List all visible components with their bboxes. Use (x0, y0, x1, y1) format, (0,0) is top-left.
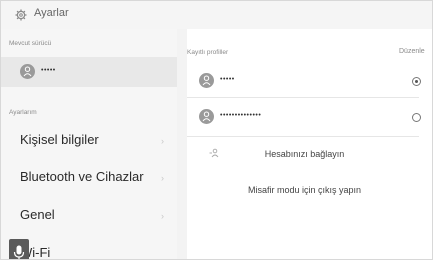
avatar-icon (199, 109, 214, 124)
microphone-icon (13, 245, 25, 259)
current-driver-label: Mevcut sürücü (9, 40, 52, 47)
divider (187, 136, 419, 137)
menu-item-personal-info[interactable]: Kişisel bilgiler › (1, 126, 177, 156)
edit-button[interactable]: Düzenle (399, 48, 425, 55)
menu-item-label: Bluetooth ve Cihazlar (20, 169, 144, 184)
profile-row[interactable]: ••••• (187, 66, 422, 96)
right-panel: Kayıtlı profiller Düzenle ••••• ••••••••… (187, 29, 432, 259)
link-account-button[interactable]: Hesabınızı bağlayın (187, 144, 422, 174)
menu-item-label: Genel (20, 207, 55, 222)
page-title: Ayarlar (34, 7, 69, 19)
profile-name: ••••• (220, 76, 235, 83)
current-driver-name: ••••• (41, 67, 56, 74)
gear-icon (15, 9, 27, 21)
guest-logout-label: Misafir modu için çıkış yapın (247, 185, 362, 195)
settings-screen: Ayarlar Mevcut sürücü ••••• Ayarlarım Ki… (0, 0, 433, 260)
voice-assistant-button[interactable] (9, 239, 29, 259)
registered-profiles-label: Kayıtlı profiller (187, 49, 229, 56)
profile-radio-selected[interactable] (412, 77, 421, 86)
avatar-icon (199, 73, 214, 88)
chevron-right-icon: › (161, 211, 164, 221)
profile-radio[interactable] (412, 113, 421, 122)
header-bar: Ayarlar (1, 1, 432, 29)
menu-item-label: Kişisel bilgiler (20, 132, 99, 147)
chevron-right-icon: › (161, 173, 164, 183)
current-driver-row[interactable]: ••••• (1, 57, 177, 87)
chevron-right-icon: › (161, 136, 164, 146)
menu-item-general[interactable]: Genel › (1, 201, 177, 231)
link-account-label: Hesabınızı bağlayın (264, 149, 345, 159)
my-settings-label: Ayarlarım (9, 109, 37, 116)
avatar-icon (20, 64, 35, 79)
left-panel: Mevcut sürücü ••••• Ayarlarım Kişisel bi… (1, 29, 177, 259)
divider (187, 97, 419, 98)
guest-logout-button[interactable]: Misafir modu için çıkış yapın (187, 179, 422, 209)
menu-item-bluetooth-devices[interactable]: Bluetooth ve Cihazlar › (1, 163, 177, 193)
profile-row[interactable]: •••••••••••••• (187, 102, 422, 132)
profile-name: •••••••••••••• (220, 112, 262, 119)
